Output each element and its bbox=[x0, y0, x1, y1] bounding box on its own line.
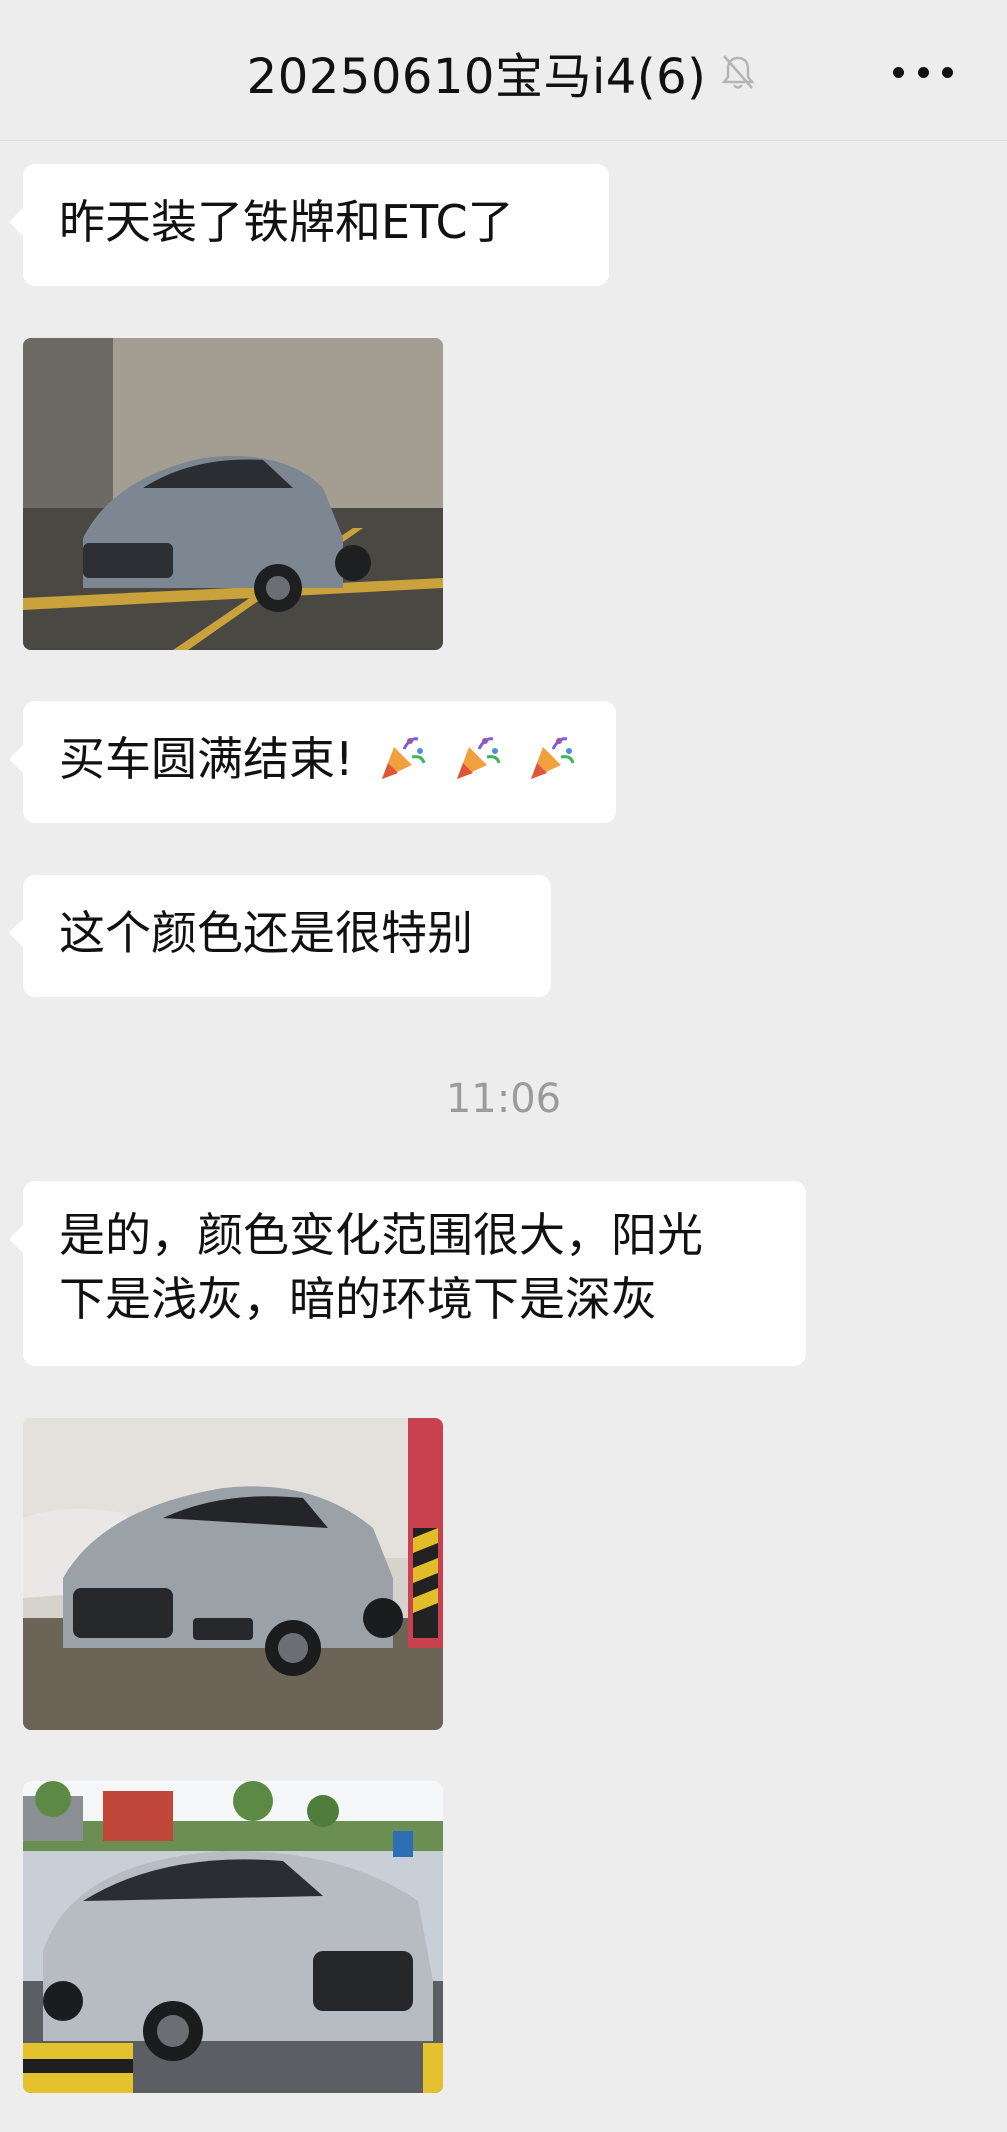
message-text: 买车圆满结束! bbox=[59, 732, 354, 786]
party-popper-icon bbox=[531, 737, 575, 779]
message-text: 昨天装了铁牌和ETC了 bbox=[59, 195, 514, 249]
car-photo-outdoor[interactable] bbox=[23, 1781, 443, 2093]
more-button[interactable] bbox=[893, 54, 953, 90]
party-popper-icon bbox=[456, 737, 501, 779]
message-timestamp: 11:06 bbox=[445, 1076, 562, 1122]
car-photo-garage-2[interactable] bbox=[23, 1418, 443, 1730]
chat-title-area: 20250610宝马i4(6) bbox=[0, 40, 1007, 105]
chat-title: 20250610宝马i4(6) bbox=[246, 49, 707, 105]
message-bubble[interactable]: 买车圆满结束! bbox=[9, 701, 616, 823]
car-photo-garage-1[interactable] bbox=[23, 338, 443, 650]
message-text: 这个颜色还是很特别 bbox=[59, 906, 473, 960]
more-dots-icon bbox=[893, 66, 904, 78]
message-bubble[interactable]: 是的，颜色变化范围很大，阳光 下是浅灰，暗的环境下是深灰 bbox=[9, 1181, 806, 1366]
chat-header: 20250610宝马i4(6) bbox=[0, 0, 1007, 141]
party-popper-icon bbox=[382, 737, 426, 779]
message-bubble[interactable]: 昨天装了铁牌和ETC了 bbox=[9, 164, 609, 286]
message-text-line: 下是浅灰，暗的环境下是深灰 bbox=[59, 1272, 657, 1326]
message-text-line: 是的，颜色变化范围很大，阳光 bbox=[59, 1208, 703, 1262]
message-bubble[interactable]: 这个颜色还是很特别 bbox=[9, 875, 551, 997]
bell-muted-icon bbox=[721, 55, 755, 89]
